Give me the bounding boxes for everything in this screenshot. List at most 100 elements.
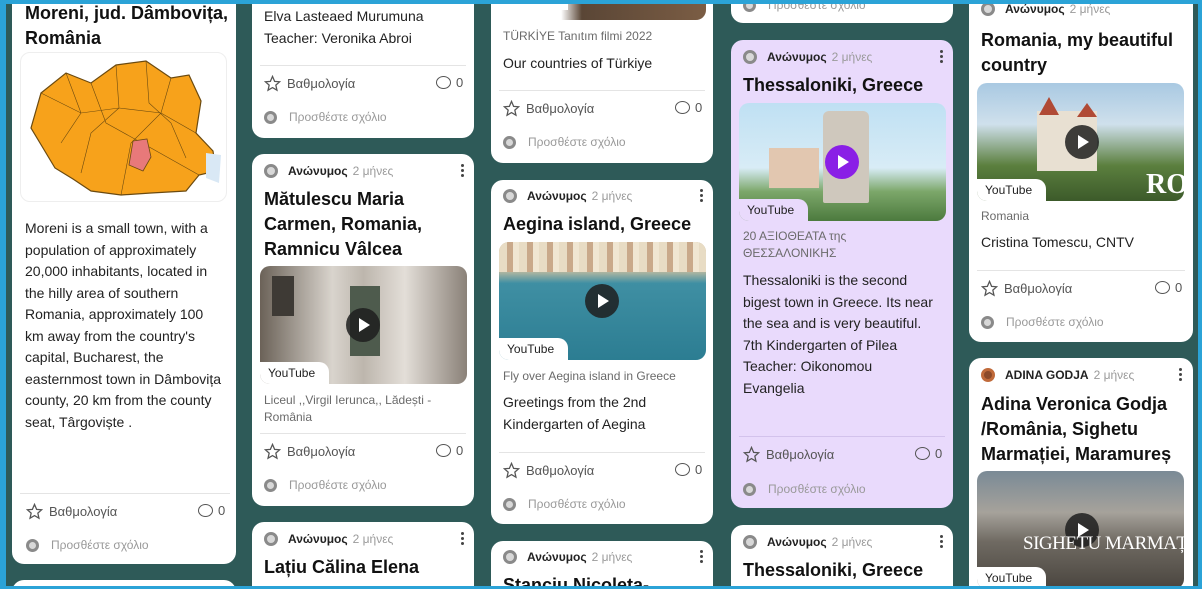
play-icon[interactable] <box>585 284 619 318</box>
star-icon <box>503 462 520 479</box>
comment-count-value: 0 <box>695 462 703 477</box>
add-comment-field[interactable]: Προσθέστε σχόλιο <box>503 497 626 511</box>
post-card-turkiye[interactable]: YouTube TÜRKİYE Tanıtım filmi 2022 Our c… <box>491 0 713 163</box>
comment-count[interactable]: 0 <box>915 446 942 461</box>
comment-count[interactable]: 0 <box>436 75 463 90</box>
rating-button[interactable]: Βαθμολογία <box>503 462 594 479</box>
author-name: ADINA GODJA <box>1005 368 1089 382</box>
video-thumbnail[interactable]: RO YouTube <box>977 83 1184 201</box>
rating-button[interactable]: Βαθμολογία <box>26 503 117 520</box>
add-comment-field[interactable]: Προσθέστε σχόλιο <box>981 315 1104 329</box>
post-caption: Fly over Aegina island in Greece <box>503 369 676 383</box>
add-comment-field[interactable]: Προσθέστε σχόλιο <box>264 110 387 124</box>
add-comment-field[interactable]: Προσθέστε σχόλιο <box>743 0 866 12</box>
romania-map-image[interactable] <box>20 52 227 202</box>
post-author: Ανώνυμος 2 μήνες <box>503 550 632 564</box>
author-avatar-icon <box>981 2 995 16</box>
more-options-icon[interactable] <box>700 550 704 564</box>
post-title: Mătulescu Maria Carmen, Romania, Ramnicu… <box>264 189 423 259</box>
post-card-thessaloniki[interactable]: Ανώνυμος 2 μήνες Thessaloniki, Greece Yo… <box>731 40 953 508</box>
divider <box>739 436 945 437</box>
comment-count[interactable]: 0 <box>675 100 702 115</box>
post-card-top-col4[interactable]: Προσθέστε σχόλιο <box>731 0 953 23</box>
post-time: 2 μήνες <box>1093 368 1135 382</box>
post-title: Romania, my beautiful country <box>981 30 1174 75</box>
comment-count[interactable]: 0 <box>675 462 702 477</box>
video-thumbnail[interactable]: YouTube <box>499 242 706 360</box>
post-card-moreni[interactable]: Moreni, jud. Dâmbovița, România Moreni i… <box>12 0 236 564</box>
post-card-thessaloniki-2[interactable]: Ανώνυμος 2 μήνες Thessaloniki, Greece <box>731 525 953 589</box>
play-icon[interactable] <box>1065 125 1099 159</box>
author-avatar-icon <box>981 368 995 382</box>
video-thumbnail[interactable]: SIGHETU MARMAȚIE YouTube <box>977 471 1184 589</box>
post-card-stanciu[interactable]: Ανώνυμος 2 μήνες Stanciu Nicoleta- <box>491 541 713 589</box>
user-avatar-icon <box>981 315 994 329</box>
more-options-icon[interactable] <box>940 535 944 549</box>
comment-count-value: 0 <box>456 75 464 90</box>
star-icon <box>264 75 281 92</box>
author-name: Ανώνυμος <box>527 550 587 564</box>
star-icon <box>981 280 998 297</box>
divider <box>977 270 1185 271</box>
play-icon[interactable] <box>825 145 859 179</box>
post-title: Moreni, jud. Dâmbovița, România <box>25 3 229 48</box>
add-comment-placeholder: Προσθέστε σχόλιο <box>289 478 387 492</box>
post-time: 2 μήνες <box>831 535 873 549</box>
post-body: Thessaloniki is the second bigest town i… <box>743 272 933 396</box>
user-avatar-icon <box>26 538 39 552</box>
post-card-elva[interactable]: Elva Lasteaed Murumuna Teacher: Veronika… <box>252 0 474 138</box>
post-title: Stanciu Nicoleta- <box>503 575 650 589</box>
post-title: Thessaloniki, Greece <box>743 75 924 95</box>
rating-button[interactable]: Βαθμολογία <box>503 100 594 117</box>
divider <box>260 433 466 434</box>
post-time: 2 μήνες <box>1069 2 1111 16</box>
post-caption: Romania <box>981 209 1030 223</box>
post-card-aegina[interactable]: Ανώνυμος 2 μήνες Aegina island, Greece Y… <box>491 180 713 524</box>
post-card-adina[interactable]: ADINA GODJA 2 μήνες Adina Veronica Godja… <box>969 358 1193 589</box>
divider <box>260 65 466 66</box>
video-overlay-text: SIGHETU MARMAȚIE <box>1023 533 1184 554</box>
star-icon <box>26 503 43 520</box>
more-options-icon[interactable] <box>461 164 465 178</box>
video-thumbnail[interactable]: YouTube <box>499 0 706 20</box>
more-options-icon[interactable] <box>1179 368 1183 382</box>
comment-count[interactable]: 0 <box>436 443 463 458</box>
video-thumbnail[interactable]: YouTube <box>739 103 946 221</box>
more-options-icon[interactable] <box>461 532 465 546</box>
play-icon[interactable] <box>346 308 380 342</box>
post-title: Thessaloniki, Greece <box>743 560 924 580</box>
post-card-partial[interactable] <box>12 580 236 589</box>
author-avatar-icon <box>743 535 757 549</box>
comment-count[interactable]: 0 <box>1155 280 1182 295</box>
add-comment-placeholder: Προσθέστε σχόλιο <box>768 482 866 496</box>
rating-button[interactable]: Βαθμολογία <box>981 280 1072 297</box>
video-overlay-text: RO <box>1146 169 1184 200</box>
comment-icon <box>675 101 690 114</box>
add-comment-field[interactable]: Προσθέστε σχόλιο <box>26 538 149 552</box>
post-caption: Liceul ,,Virgil Ierunca,, Lădești - Româ… <box>264 393 432 424</box>
post-card-matulescu[interactable]: Ανώνυμος 2 μήνες Mătulescu Maria Carmen,… <box>252 154 474 506</box>
comment-count[interactable]: 0 <box>198 503 225 518</box>
more-options-icon[interactable] <box>700 189 704 203</box>
post-card-romania[interactable]: Ανώνυμος 2 μήνες Romania, my beautiful c… <box>969 0 1193 342</box>
video-thumbnail[interactable]: YouTube <box>260 266 467 384</box>
rating-button[interactable]: Βαθμολογία <box>743 446 834 463</box>
post-card-latiu[interactable]: Ανώνυμος 2 μήνες Lațiu Călina Elena <box>252 522 474 589</box>
rating-button[interactable]: Βαθμολογία <box>264 75 355 92</box>
user-avatar-icon <box>743 0 756 12</box>
more-options-icon[interactable] <box>940 50 944 64</box>
post-body: Our countries of Türkiye <box>503 55 653 71</box>
rating-button[interactable]: Βαθμολογία <box>264 443 355 460</box>
author-name: Ανώνυμος <box>1005 2 1065 16</box>
add-comment-placeholder: Προσθέστε σχόλιο <box>528 497 626 511</box>
add-comment-field[interactable]: Προσθέστε σχόλιο <box>264 478 387 492</box>
add-comment-field[interactable]: Προσθέστε σχόλιο <box>743 482 866 496</box>
youtube-label: YouTube <box>260 362 330 384</box>
star-icon <box>743 446 760 463</box>
user-avatar-icon <box>743 482 756 496</box>
add-comment-field[interactable]: Προσθέστε σχόλιο <box>503 135 626 149</box>
rating-label: Βαθμολογία <box>766 447 835 462</box>
author-name: Ανώνυμος <box>527 189 587 203</box>
post-time: 2 μήνες <box>352 164 394 178</box>
post-time: 2 μήνες <box>352 532 394 546</box>
